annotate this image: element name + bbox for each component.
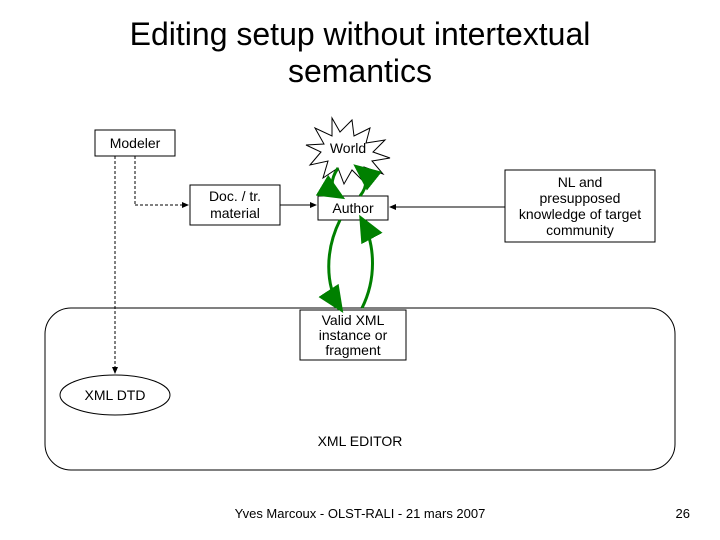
green-arrow-world-to-author bbox=[332, 168, 340, 196]
modeler-label: Modeler bbox=[110, 135, 161, 151]
xml-editor-label: XML EDITOR bbox=[318, 433, 403, 449]
valid-xml-line-3: fragment bbox=[325, 342, 380, 358]
green-arrow-valid-to-author bbox=[362, 220, 373, 308]
doc-label-1: Doc. / tr. bbox=[209, 188, 261, 204]
nl-line-2: presupposed bbox=[540, 190, 621, 206]
footer-text: Yves Marcoux - OLST-RALI - 21 mars 2007 bbox=[235, 506, 486, 521]
world-label: World bbox=[330, 140, 366, 156]
page-number: 26 bbox=[676, 506, 690, 521]
xml-dtd-label: XML DTD bbox=[85, 387, 146, 403]
nl-line-3: knowledge of target bbox=[519, 206, 641, 222]
valid-xml-line-2: instance or bbox=[319, 327, 388, 343]
author-label: Author bbox=[332, 200, 374, 216]
doc-label-2: material bbox=[210, 205, 260, 221]
valid-xml-line-1: Valid XML bbox=[322, 312, 385, 328]
nl-line-4: community bbox=[546, 222, 614, 238]
title-line-2: semantics bbox=[288, 53, 432, 89]
green-arrow-author-to-valid bbox=[329, 220, 340, 308]
title-line-1: Editing setup without intertextual bbox=[130, 16, 591, 52]
world-starburst: World bbox=[306, 118, 390, 184]
nl-line-1: NL and bbox=[558, 174, 603, 190]
